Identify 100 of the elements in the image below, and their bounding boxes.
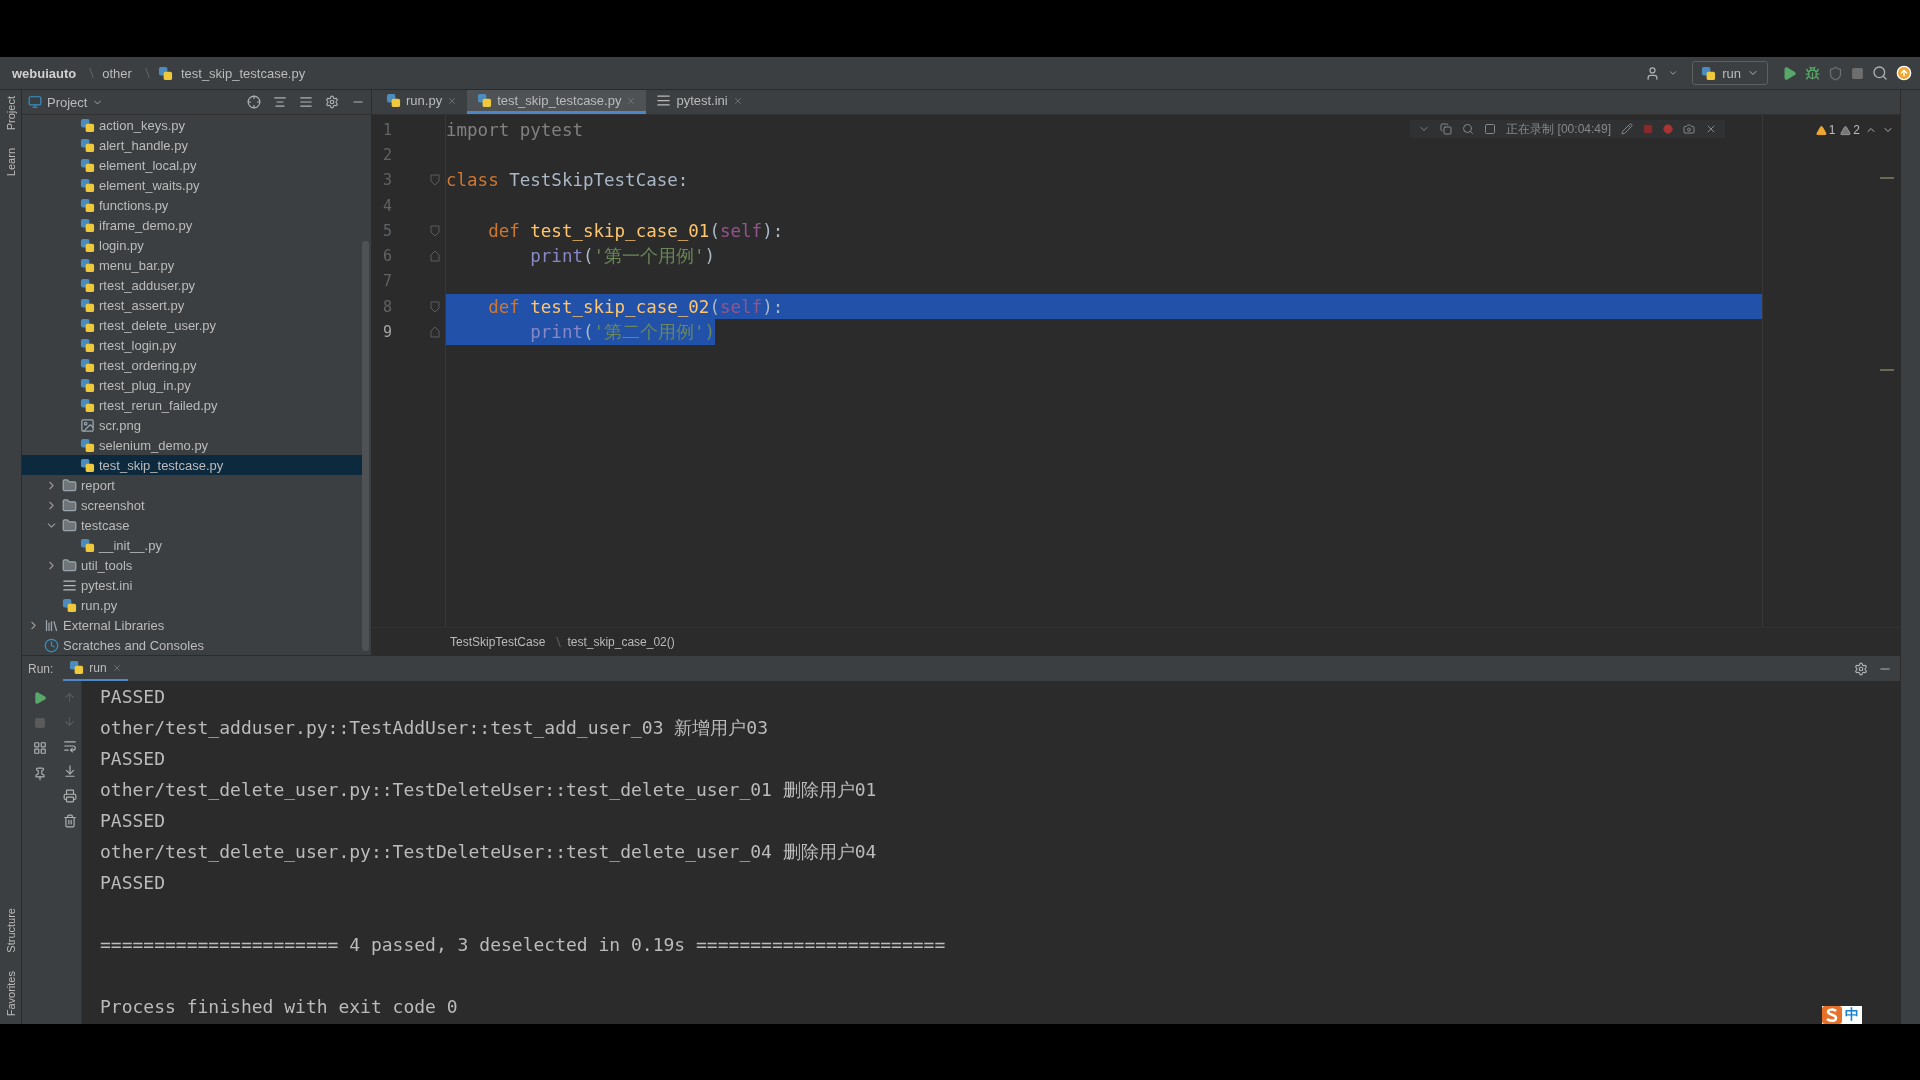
close-icon[interactable] [447, 95, 458, 106]
tree-item[interactable]: rtest_login.py [22, 335, 362, 356]
tree-item[interactable]: element_local.py [22, 155, 362, 176]
print-icon[interactable] [62, 789, 77, 803]
pencil-icon[interactable] [1621, 123, 1633, 135]
sogou-logo-icon [1822, 1006, 1842, 1024]
ime-indicator[interactable]: 中 [1822, 1006, 1862, 1024]
trash-icon[interactable] [62, 814, 77, 828]
python-file-icon [80, 457, 95, 473]
scroll-to-end-icon[interactable] [62, 764, 77, 778]
scrollbar[interactable] [362, 241, 369, 651]
arrow-up-icon[interactable] [63, 691, 76, 704]
tree-item[interactable]: action_keys.py [22, 116, 362, 136]
run-config-dropdown[interactable]: run [1692, 61, 1768, 85]
breadcrumb-item[interactable]: webuiauto [12, 65, 77, 81]
breadcrumb-item[interactable]: test_skip_testcase.py [180, 65, 306, 81]
expand-all-icon[interactable] [273, 95, 287, 109]
editor-tab[interactable]: pytest.ini [646, 90, 753, 114]
fold-end-icon[interactable] [430, 326, 440, 338]
tool-window-button[interactable]: Structure [4, 906, 17, 955]
tree-item[interactable]: alert_handle.py [22, 135, 362, 156]
record-icon[interactable] [1663, 124, 1673, 134]
python-file-icon [80, 338, 95, 354]
python-file-icon [477, 93, 493, 108]
breadcrumb-item[interactable]: test_skip_case_02() [567, 634, 675, 649]
tree-item[interactable]: Scratches and Consoles [22, 635, 362, 655]
fold-icon[interactable] [430, 174, 440, 187]
fold-icon[interactable] [430, 300, 440, 313]
caret-icon[interactable] [1668, 68, 1679, 78]
settings-icon[interactable] [325, 95, 339, 109]
settings-icon[interactable] [1854, 661, 1868, 676]
tree-item[interactable]: iframe_demo.py [22, 215, 362, 236]
tree-item[interactable]: functions.py [22, 195, 362, 216]
tree-item[interactable]: selenium_demo.py [22, 435, 362, 456]
camera-icon[interactable] [1683, 123, 1695, 135]
tree-item[interactable]: rtest_plug_in.py [22, 375, 362, 396]
user-icon[interactable] [1645, 65, 1661, 81]
shield-icon[interactable] [1828, 65, 1843, 81]
breadcrumb-item[interactable]: TestSkipTestCase [450, 634, 546, 649]
tree-item[interactable]: rtest_ordering.py [22, 355, 362, 376]
update-icon[interactable] [1896, 65, 1912, 81]
python-file-icon [80, 438, 95, 453]
fold-end-icon[interactable] [430, 250, 440, 263]
tree-item[interactable]: testcase [22, 515, 362, 536]
square-icon[interactable] [1484, 123, 1497, 135]
tree-item[interactable]: run.py [22, 595, 362, 616]
pin-icon[interactable] [33, 767, 47, 781]
stop-icon[interactable] [1851, 66, 1864, 80]
rerun-icon[interactable] [33, 691, 47, 705]
tree-item[interactable]: element_waits.py [22, 175, 362, 196]
tree-item[interactable]: scr.png [22, 415, 362, 436]
bug-icon[interactable] [1805, 65, 1820, 81]
tree-item[interactable]: rtest_assert.py [22, 295, 362, 316]
search-icon[interactable] [1872, 65, 1888, 81]
tree-item[interactable]: rtest_rerun_failed.py [22, 395, 362, 416]
run-icon[interactable] [1782, 65, 1797, 81]
stop-icon[interactable] [34, 717, 46, 729]
code-token: test_skip_case_02 [530, 294, 710, 320]
tool-window-button[interactable]: Project [4, 94, 17, 133]
close-icon[interactable] [1705, 123, 1717, 135]
console-line: other/test_delete_user.py::TestDeleteUser::test_delete_user_04 删除用户04 [100, 839, 877, 864]
tree-item[interactable]: report [22, 475, 362, 496]
recording-status: 正在录制 [00:04:49] [1506, 120, 1611, 138]
tool-window-button[interactable]: Favorites [4, 968, 17, 1018]
tree-item[interactable]: External Libraries [22, 615, 362, 636]
code-token: def [446, 294, 531, 320]
breadcrumb-item[interactable]: other [102, 65, 132, 81]
code-token: TestSkipTestCase: [509, 169, 689, 193]
run-panel-title: Run: [28, 661, 54, 676]
copy-icon[interactable] [1440, 123, 1453, 135]
editor-tab[interactable]: run.py [376, 90, 468, 114]
weak-warning-count[interactable]: 2 [1840, 123, 1860, 137]
arrow-down-icon[interactable] [63, 715, 76, 728]
tree-item[interactable]: pytest.ini [22, 575, 362, 596]
fold-icon[interactable] [430, 224, 440, 237]
code-token: def [487, 219, 521, 243]
layout-icon[interactable] [33, 741, 47, 755]
collapse-all-icon[interactable] [299, 95, 313, 109]
warning-count[interactable]: 1 [1815, 123, 1836, 137]
close-icon[interactable] [732, 95, 743, 106]
tree-item[interactable]: login.py [22, 235, 362, 256]
tree-item[interactable]: rtest_adduser.py [22, 275, 362, 296]
pause-icon[interactable] [1643, 124, 1653, 134]
tree-item[interactable]: test_skip_testcase.py [22, 455, 362, 476]
close-icon[interactable] [111, 662, 122, 673]
crosshair-icon[interactable] [247, 95, 261, 109]
tree-item[interactable]: rtest_delete_user.py [22, 315, 362, 336]
tree-item[interactable]: __init__.py [22, 535, 362, 556]
code-token: print [529, 245, 583, 269]
editor-tab[interactable]: test_skip_testcase.py [467, 90, 647, 114]
tree-item[interactable]: menu_bar.py [22, 255, 362, 276]
project-view-dropdown[interactable]: Project [28, 94, 104, 110]
tree-item[interactable]: screenshot [22, 495, 362, 516]
python-file-icon [80, 318, 95, 334]
close-icon[interactable] [626, 95, 637, 106]
tool-window-button[interactable]: Learn [4, 146, 17, 179]
search-icon[interactable] [1462, 123, 1475, 135]
console-line: PASSED [100, 685, 166, 709]
soft-wrap-icon[interactable] [62, 739, 77, 753]
tree-item[interactable]: util_tools [22, 555, 362, 576]
